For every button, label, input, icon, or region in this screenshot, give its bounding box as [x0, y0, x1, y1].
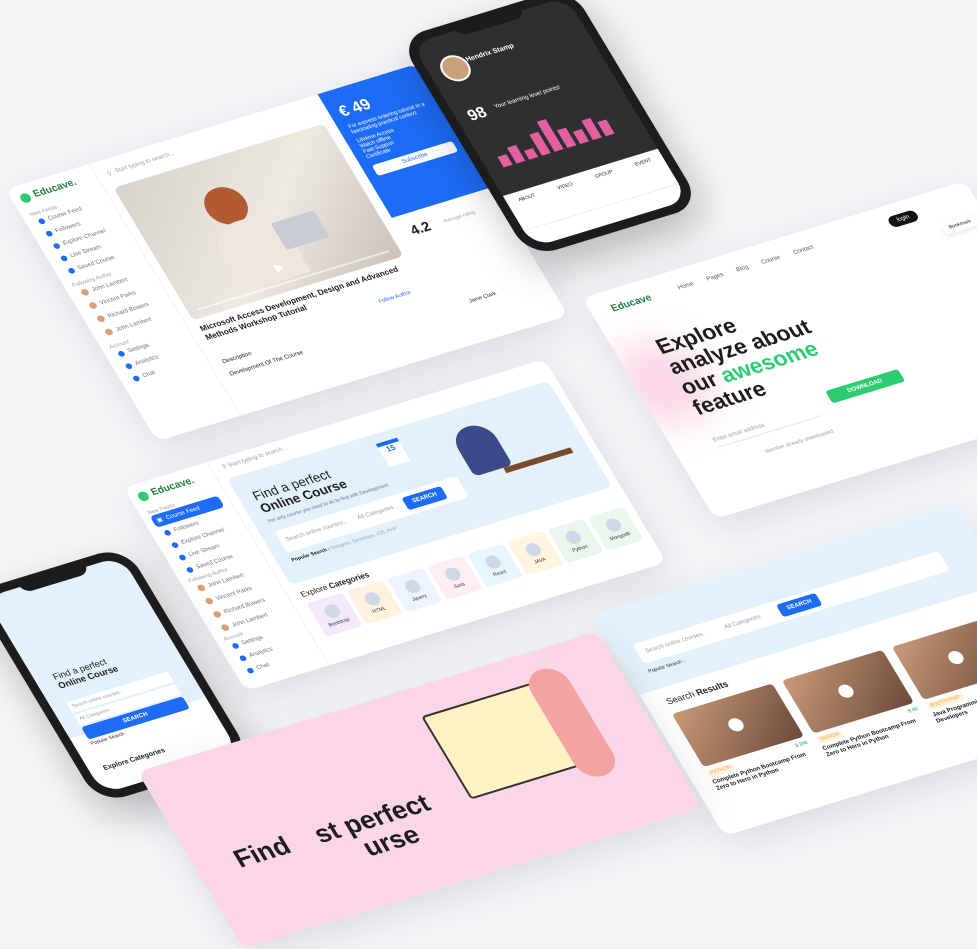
avatar — [204, 597, 215, 606]
category-icon — [321, 602, 343, 619]
users-icon — [44, 230, 54, 238]
course-price: $ 40 — [906, 706, 920, 715]
level-bar — [523, 148, 539, 160]
avatar — [219, 623, 231, 632]
video-icon — [178, 554, 187, 562]
category-icon — [562, 528, 584, 546]
chart-icon — [124, 362, 134, 370]
play-icon[interactable] — [945, 649, 967, 666]
calendar-illustration: 15 — [375, 437, 411, 468]
tv-icon — [37, 217, 47, 225]
nav-pages[interactable]: Pages — [706, 272, 725, 282]
category-label: Python — [570, 543, 590, 554]
category-select[interactable]: All Categories — [723, 614, 762, 630]
logo-icon — [17, 191, 33, 204]
category-label: Jquery — [410, 592, 429, 603]
landing-card: Educave Home Pages Blog Course Contact l… — [582, 181, 977, 519]
profile-name: Hendrix Stamp — [464, 42, 516, 64]
avatar — [79, 288, 91, 297]
course-price: $ 240 — [794, 739, 810, 749]
category-icon — [402, 577, 423, 595]
pink-headline: Find st perfect urse — [227, 787, 436, 874]
chat-icon — [131, 375, 141, 383]
chat-icon — [245, 667, 255, 675]
users-icon — [163, 529, 173, 537]
nav-blog[interactable]: Blog — [735, 265, 750, 274]
search-button[interactable]: SEARCH — [401, 485, 449, 511]
nav-home[interactable]: Home — [677, 281, 696, 291]
level-bar — [597, 119, 615, 137]
video-icon — [59, 254, 69, 262]
landing-nav: Home Pages Blog Course Contact — [677, 245, 815, 292]
login-button[interactable]: login — [886, 209, 921, 229]
score-value: 98 — [464, 104, 491, 125]
tv-icon: ▣ — [155, 517, 165, 524]
search-input[interactable]: Search online courses.. — [644, 631, 707, 655]
rating-label: Average rating — [442, 209, 477, 225]
members-text: Member already downloaded — [763, 428, 836, 455]
globe-icon — [52, 242, 62, 250]
category-icon — [602, 516, 624, 533]
reviewer-name: Jame Clark — [467, 291, 498, 305]
gear-icon — [231, 642, 241, 650]
chart-icon — [238, 654, 248, 662]
gear-icon — [117, 350, 126, 358]
bookmark-label[interactable]: Bookmark — [940, 214, 977, 235]
rating-value: 4.2 — [406, 218, 434, 238]
category-label: React — [491, 568, 508, 578]
category-label: Bootstrap — [327, 616, 351, 628]
category-label: HTML — [371, 605, 388, 615]
category-label: Mongodb — [608, 530, 632, 542]
avatar — [196, 583, 207, 592]
follow-author-link[interactable]: Follow Author — [378, 290, 413, 305]
bookmark-icon — [185, 566, 195, 574]
category-label: JAVA — [532, 556, 548, 566]
nav-course[interactable]: Course — [760, 255, 782, 266]
category-select[interactable]: All Categories — [356, 505, 395, 521]
category-label: Sass — [452, 580, 467, 590]
search-button[interactable]: SEARCH — [776, 592, 823, 618]
play-icon[interactable] — [725, 716, 747, 734]
avatar — [87, 301, 99, 310]
avatar — [103, 327, 115, 337]
bookmark-icon — [67, 267, 77, 275]
avatar — [95, 314, 107, 323]
level-bar — [572, 129, 590, 145]
desk-illustration — [503, 447, 574, 474]
level-bar — [497, 154, 513, 168]
tab-description[interactable]: Description — [221, 351, 253, 365]
category-icon — [482, 553, 504, 570]
category-icon — [522, 540, 544, 558]
globe-icon — [170, 541, 180, 549]
avatar — [212, 610, 223, 619]
category-icon — [361, 590, 383, 607]
category-icon — [442, 565, 464, 583]
play-icon[interactable] — [835, 682, 857, 700]
pink-landing-card: Find st perfect urse — [137, 631, 703, 949]
search-icon: ⚲ — [106, 170, 114, 178]
nav-contact[interactable]: Contact — [792, 245, 815, 256]
logo-icon — [135, 489, 151, 502]
landing-brand[interactable]: Educave — [609, 293, 654, 315]
search-input[interactable]: Search online courses.. — [285, 519, 348, 543]
